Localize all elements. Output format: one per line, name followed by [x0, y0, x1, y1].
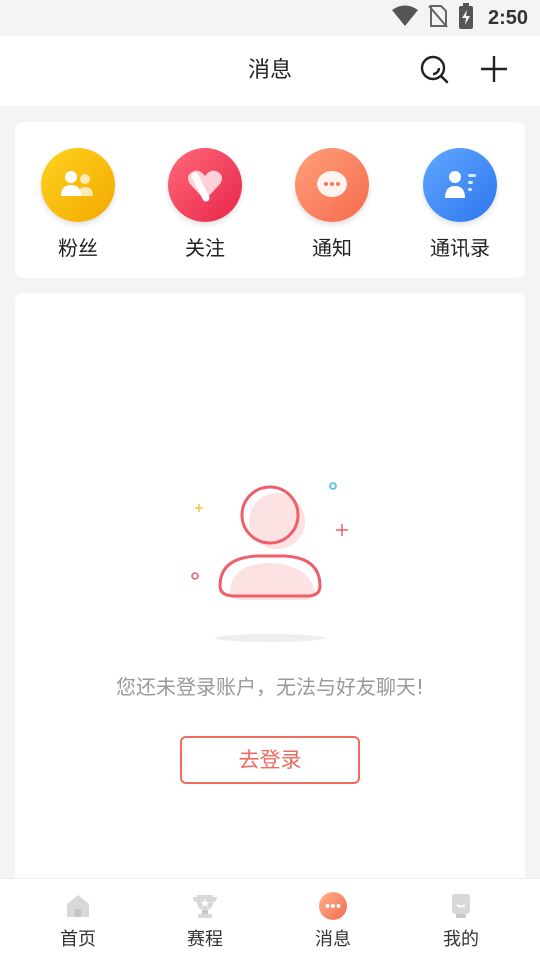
plus-icon [479, 54, 509, 88]
empty-state-card: 您还未登录账户，无法与好友聊天! 去登录 [15, 293, 525, 893]
shortcut-label: 通讯录 [430, 236, 490, 260]
message-icon [318, 891, 348, 921]
search-icon [419, 54, 449, 88]
tab-profile[interactable]: 我的 [411, 891, 511, 951]
bottom-tab-bar: 首页 赛程 消息 我的 [0, 878, 540, 961]
add-button[interactable] [477, 54, 511, 88]
heart-follow-icon [168, 148, 242, 222]
login-button[interactable]: 去登录 [180, 736, 360, 784]
status-bar: 2:50 [0, 0, 540, 36]
tab-schedule[interactable]: 赛程 [155, 891, 255, 951]
shortcut-fans[interactable]: 粉丝 [23, 148, 133, 261]
empty-state-message: 您还未登录账户，无法与好友聊天! [115, 675, 425, 699]
tab-home[interactable]: 首页 [28, 891, 128, 951]
fans-icon [41, 148, 115, 222]
tab-label: 我的 [443, 929, 479, 950]
chat-bubble-icon [295, 148, 369, 222]
tab-label: 赛程 [187, 929, 223, 950]
contacts-icon [423, 148, 497, 222]
trophy-icon [190, 891, 220, 921]
battery-charging-icon [458, 3, 474, 33]
status-time: 2:50 [487, 6, 528, 29]
user-placeholder-illustration [185, 478, 355, 648]
status-icons: 2:50 [391, 3, 528, 33]
shortcut-notifications[interactable]: 通知 [277, 148, 387, 261]
shortcut-label: 通知 [312, 236, 352, 260]
profile-icon [446, 891, 476, 921]
search-button[interactable] [417, 54, 451, 88]
shortcut-contacts[interactable]: 通讯录 [405, 148, 515, 261]
header: 消息 [0, 36, 540, 106]
shortcut-label: 关注 [185, 236, 225, 260]
tab-messages[interactable]: 消息 [283, 891, 383, 951]
page-title: 消息 [247, 58, 292, 83]
wifi-icon [391, 5, 418, 31]
shortcut-card: 粉丝 关注 通知 通讯录 [15, 122, 525, 278]
no-sim-icon [428, 4, 448, 32]
tab-label: 首页 [60, 929, 96, 950]
shortcut-label: 粉丝 [58, 236, 98, 260]
home-icon [63, 891, 93, 921]
shortcut-follow[interactable]: 关注 [150, 148, 260, 261]
tab-label: 消息 [315, 929, 351, 950]
